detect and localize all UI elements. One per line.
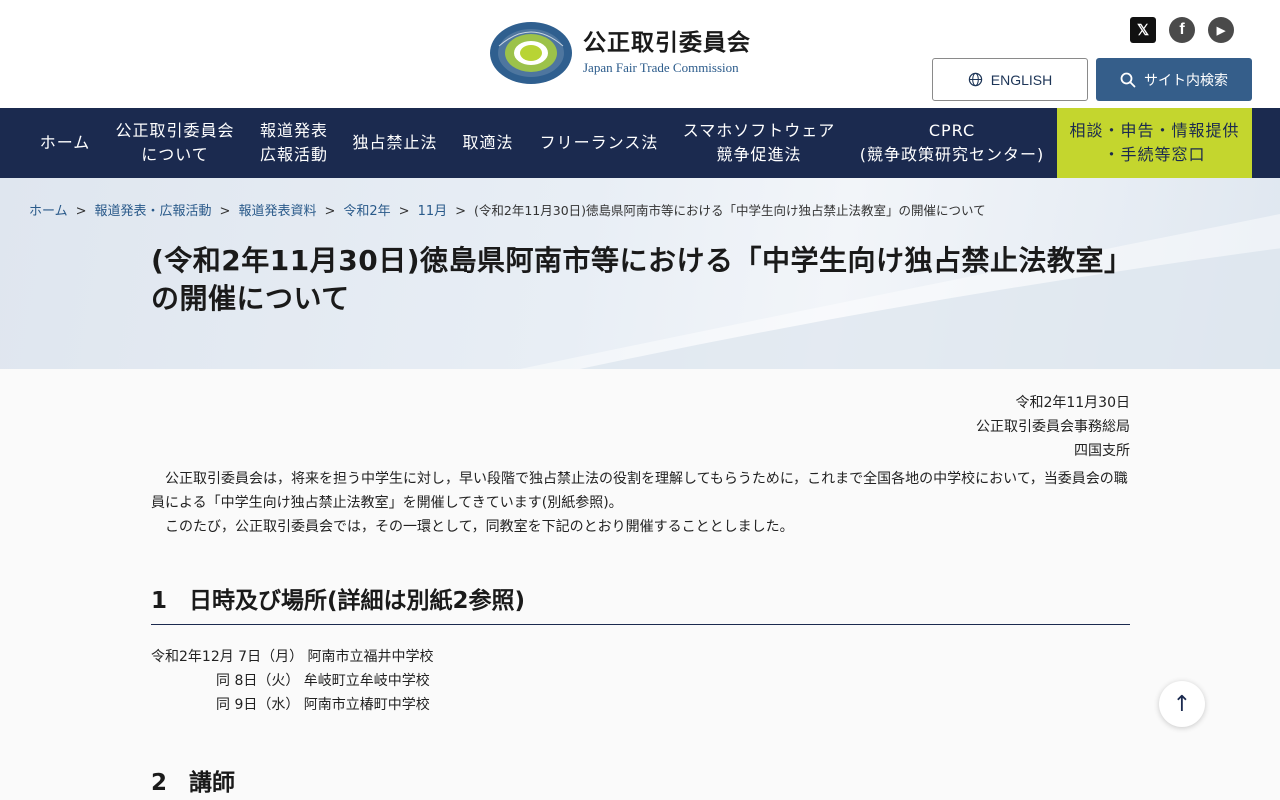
english-button[interactable]: ENGLISH (932, 58, 1088, 101)
section-heading: 2 講師 (151, 763, 1130, 797)
facebook-icon[interactable]: f (1169, 17, 1195, 43)
breadcrumb-separator: > (398, 204, 410, 219)
social-links: 𝕏 f ▶ (1130, 17, 1234, 43)
nav-label: ホーム (39, 133, 91, 152)
breadcrumb-current: (令和2年11月30日)徳島県阿南市等における「中学生向け独占禁止法教室」の開催… (474, 203, 986, 218)
section-title: 講師 (189, 770, 235, 796)
jftc-emblem-icon (490, 22, 572, 84)
schedule-list: 令和2年12月 7日（月） 阿南市立福井中学校 同 8日（火） 牟岐町立牟岐中学… (151, 645, 434, 717)
nav-label: 公正取引委員会 (115, 121, 235, 140)
nav-item-cprc[interactable]: CPRC (競争政策研究センター) (852, 108, 1052, 178)
section-heading: 1 日時及び場所(詳細は別紙2参照) (151, 581, 1130, 625)
nav-label: 広報活動 (259, 145, 328, 164)
nav-item-press[interactable]: 報道発表 広報活動 (252, 108, 336, 178)
nav-label: 報道発表 (259, 121, 328, 140)
search-icon (1120, 72, 1136, 87)
intro-paragraph: このたび，公正取引委員会では，その一環として，同教室を下記のとおり開催することと… (165, 519, 794, 535)
page-hero: ホーム > 報道発表・広報活動 > 報道発表資料 > 令和2年 >11月 > (令和2年11月30… (0, 178, 1280, 369)
intro-paragraph: 公正取引委員会は，将来を担う中学生に対し，早い段階で独占禁止法の役割を理解しても… (151, 471, 1128, 511)
section-number: 1 (151, 588, 168, 614)
search-label: サイト内検索 (1144, 72, 1228, 89)
release-date: 令和2年11月30日 (1015, 395, 1130, 411)
main-content: 令和2年11月30日 公正取引委員会事務総局 四国支所 公正取引委員会は，将来を… (0, 369, 1280, 800)
breadcrumb-separator: > (455, 204, 467, 219)
arrow-up-icon: ↑ (1172, 691, 1192, 717)
youtube-icon[interactable]: ▶ (1208, 17, 1234, 43)
breadcrumb: ホーム > 報道発表・広報活動 > 報道発表資料 > 令和2年 >11月 > (令和2年11月30… (29, 200, 986, 219)
nav-label: について (141, 145, 209, 164)
nav-item-antimonopoly[interactable]: 独占禁止法 (346, 108, 444, 178)
section-number: 2 (151, 770, 168, 796)
nav-item-torite[interactable]: 取適法 (454, 108, 522, 178)
x-icon[interactable]: 𝕏 (1130, 17, 1156, 43)
breadcrumb-separator: > (219, 204, 231, 219)
nav-item-consultation[interactable]: 相談・申告・情報提供 ・手続等窓口 (1057, 108, 1252, 178)
schedule-item: 同 9日（水） 阿南市立椿町中学校 (216, 697, 430, 713)
breadcrumb-link-month[interactable]: 11月 (418, 204, 448, 219)
nav-label: ・手続等窓口 (1103, 145, 1206, 164)
schedule-item: 同 8日（火） 牟岐町立牟岐中学校 (216, 673, 430, 689)
nav-item-about[interactable]: 公正取引委員会 について (108, 108, 242, 178)
release-meta: 令和2年11月30日 公正取引委員会事務総局 四国支所 (976, 391, 1130, 463)
page-title: (令和2年11月30日)徳島県阿南市等における「中学生向け独占禁止法教室」の開催… (151, 244, 1119, 315)
logo-name-en: Japan Fair Trade Commission (583, 60, 739, 75)
nav-label: 独占禁止法 (352, 133, 438, 152)
nav-label: 競争促進法 (716, 145, 802, 164)
breadcrumb-separator: > (75, 204, 87, 219)
site-header: 公正取引委員会 Japan Fair Trade Commission 𝕏 f … (0, 0, 1280, 108)
breadcrumb-link-home[interactable]: ホーム (29, 204, 68, 219)
schedule-item: 令和2年12月 7日（月） 阿南市立福井中学校 (151, 649, 434, 665)
breadcrumb-link-releases[interactable]: 報道発表資料 (238, 204, 316, 219)
nav-label: フリーランス法 (539, 133, 659, 152)
site-search-button[interactable]: サイト内検索 (1096, 58, 1252, 101)
nav-label: スマホソフトウェア (682, 121, 836, 140)
nav-item-freelance[interactable]: フリーランス法 (532, 108, 666, 178)
english-label: ENGLISH (990, 71, 1053, 88)
site-logo[interactable]: 公正取引委員会 Japan Fair Trade Commission (489, 20, 751, 86)
breadcrumb-link-press[interactable]: 報道発表・広報活動 (95, 204, 212, 219)
intro-text: 公正取引委員会は，将来を担う中学生に対し，早い段階で独占禁止法の役割を理解しても… (151, 467, 1131, 539)
nav-item-smartphone[interactable]: スマホソフトウェア 競争促進法 (676, 108, 842, 178)
release-issuer: 公正取引委員会事務総局 (976, 419, 1130, 435)
nav-label: (競争政策研究センター) (859, 145, 1045, 164)
nav-label: 取適法 (462, 133, 514, 152)
main-nav: ホーム 公正取引委員会 について 報道発表広報活動 独占禁止法 取適法 フリーラン… (0, 108, 1280, 178)
back-to-top-button[interactable]: ↑ (1159, 681, 1205, 727)
section-title: 日時及び場所(詳細は別紙2参照) (189, 588, 526, 614)
nav-label: CPRC (928, 121, 976, 140)
release-branch: 四国支所 (1074, 443, 1130, 459)
nav-label: 相談・申告・情報提供 (1069, 121, 1240, 140)
logo-name-ja: 公正取引委員会 (583, 30, 751, 56)
nav-item-home[interactable]: ホーム (28, 108, 102, 178)
breadcrumb-link-year[interactable]: 令和2年 (343, 204, 390, 219)
globe-icon (968, 72, 982, 87)
breadcrumb-separator: > (324, 204, 336, 219)
